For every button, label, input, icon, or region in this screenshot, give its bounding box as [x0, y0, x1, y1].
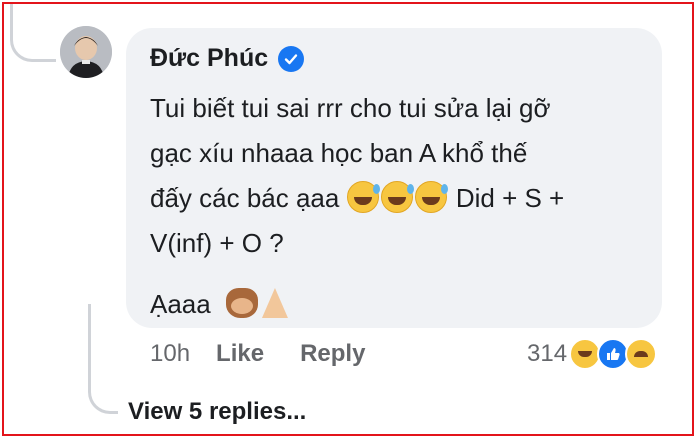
grinning-sweat-emoji — [414, 181, 448, 213]
replies-connector — [88, 304, 118, 414]
view-replies-link[interactable]: View 5 replies... — [128, 398, 306, 426]
comment-line-text: Ạaaa — [150, 289, 211, 319]
author-name[interactable]: Đức Phúc — [150, 44, 268, 73]
comment-actions: 10h Like Reply — [150, 340, 401, 368]
comment-line: V(inf) + O ? — [150, 228, 284, 258]
thread-connector — [10, 4, 56, 62]
comment-timestamp[interactable]: 10h — [150, 340, 190, 368]
comment-line-text: đấy các bác ạaa — [150, 183, 340, 213]
grinning-sweat-emoji — [346, 181, 380, 213]
grinning-sweat-emoji — [380, 181, 414, 213]
comment-text: Tui biết tui sai rrr cho tui sửa lại gỡ … — [150, 86, 650, 327]
see-no-evil-monkey-emoji — [225, 288, 258, 318]
reaction-count: 314 — [527, 340, 568, 367]
comment-line: Tui biết tui sai rrr cho tui sửa lại gỡ — [150, 93, 551, 123]
folded-hands-emoji — [261, 288, 288, 318]
reaction-summary[interactable]: 314 — [527, 338, 658, 370]
author-avatar[interactable] — [60, 26, 112, 78]
comment-bubble: Đức Phúc Tui biết tui sai rrr cho tui sử… — [126, 28, 662, 328]
like-button[interactable]: Like — [216, 340, 264, 368]
author-row: Đức Phúc — [150, 44, 305, 73]
sad-reaction-icon — [625, 338, 658, 370]
verified-badge-icon — [278, 45, 305, 72]
reply-button[interactable]: Reply — [300, 340, 365, 368]
comment-line: đấy các bác ạaa Did + S + — [150, 181, 565, 213]
comment-line: gạc xíu nhaaa học ban A khổ thế — [150, 138, 528, 168]
avatar-image — [60, 26, 112, 78]
comment-line-text: Did + S + — [455, 183, 565, 213]
screenshot-frame: Đức Phúc Tui biết tui sai rrr cho tui sử… — [2, 2, 694, 436]
comment-line: Ạaaa — [150, 288, 288, 319]
